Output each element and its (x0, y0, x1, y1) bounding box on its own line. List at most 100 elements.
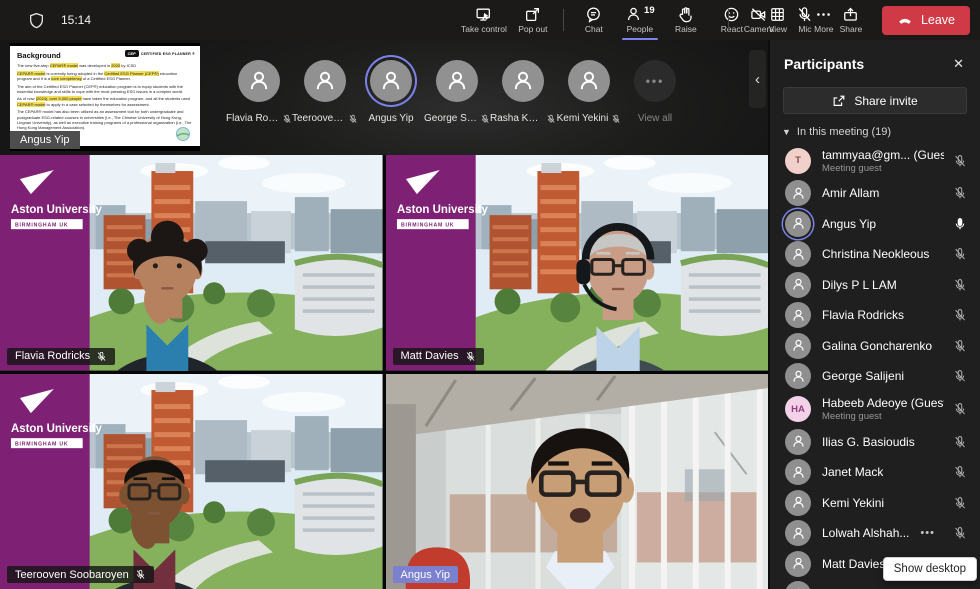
video-tile-flavia-rodricks[interactable]: Aston University BIRMINGHAM UK Flavia Ro… (0, 155, 383, 371)
mic-off-icon (953, 402, 967, 416)
teams-meeting-window: 15:14 Take controlPop out Chat19PeopleRai… (0, 0, 980, 589)
filmstrip-view-all[interactable]: ••• View all (622, 57, 688, 124)
toolbar-divider (728, 9, 729, 31)
toolbar-button-raise[interactable]: Raise (663, 0, 709, 40)
toolbar-button-chat[interactable]: Chat (571, 0, 617, 40)
svg-text:Aston University: Aston University (11, 423, 103, 435)
participant-row-christina-neokleous[interactable]: Christina Neokleous (770, 239, 980, 270)
person-icon (791, 495, 806, 510)
screenshare-thumbnail[interactable]: CEP CERTIFIED ESG PLANNER ® Background T… (10, 43, 200, 151)
svg-text:BIRMINGHAM UK: BIRMINGHAM UK (15, 441, 68, 447)
participant-row-george-salijeni[interactable]: George Salijeni (770, 361, 980, 392)
filmstrip-avatar-rasha-kass-[interactable]: Rasha Kass... (490, 57, 556, 124)
person-icon (379, 69, 403, 93)
filmstrip-avatar-flavia-rodr-[interactable]: Flavia Rodr... (226, 57, 292, 124)
mic-off-icon (953, 369, 967, 383)
mic-off-icon (796, 6, 813, 23)
collapse-filmstrip-button[interactable]: ‹ (749, 50, 766, 108)
participant-row-kemi-yekini[interactable]: Kemi Yekini (770, 488, 980, 519)
avatar (238, 60, 280, 102)
person-icon (791, 526, 806, 541)
participant-row-lolwah-alshah-[interactable]: Lolwah Alshah...••• (770, 518, 980, 549)
avatar (304, 60, 346, 102)
panel-header: Participants ✕ (770, 40, 980, 78)
avatar: HA (785, 396, 811, 422)
share-invite-icon (832, 94, 846, 108)
more-options-icon[interactable]: ••• (920, 527, 935, 539)
avatar (785, 551, 811, 577)
person-icon (511, 69, 535, 93)
avatar (785, 520, 811, 546)
video-name-label: Angus Yip (393, 566, 459, 583)
person-icon (445, 69, 469, 93)
avatar (785, 581, 811, 589)
chat-icon (585, 6, 602, 23)
filmstrip-avatar-teerooven-[interactable]: Teerooven ... (292, 57, 358, 124)
participant-row-ilias-g-basioudis[interactable]: Ilias G. Basioudis (770, 427, 980, 458)
meeting-topbar: 15:14 Take controlPop out Chat19PeopleRai… (0, 0, 980, 40)
close-panel-button[interactable]: ✕ (951, 54, 966, 74)
video-name-label: Teerooven Soobaroyen (7, 566, 154, 583)
share-invite-button[interactable]: Share invite (783, 87, 967, 114)
person-icon (791, 186, 806, 201)
avatar (370, 60, 412, 102)
mic-off-indicator (953, 496, 967, 510)
chevron-down-icon: ▼ (782, 127, 791, 137)
svg-text:Aston University: Aston University (396, 204, 488, 216)
participant-row-galina-goncharenko[interactable]: Galina Goncharenko (770, 331, 980, 362)
in-this-meeting-toggle[interactable]: ▼ In this meeting (19) (770, 118, 980, 142)
svg-text:Aston University: Aston University (11, 204, 103, 216)
shield-icon (28, 12, 45, 29)
filmstrip-avatar-angus-yip[interactable]: Angus Yip (358, 57, 424, 124)
avatar (568, 60, 610, 102)
video-name-label: Flavia Rodricks (7, 348, 115, 365)
filmstrip-avatars: Flavia Rodr... Teerooven ... Angus Yip G… (226, 57, 688, 124)
toolbar-button-people[interactable]: 19People (617, 0, 663, 40)
participants-filmstrip: CEP CERTIFIED ESG PLANNER ® Background T… (0, 40, 768, 155)
participant-row-flavia-rodricks[interactable]: Flavia Rodricks (770, 300, 980, 331)
participants-panel: Participants ✕ Share invite ▼ In this me… (770, 40, 980, 589)
participant-row-amir-allam[interactable]: Amir Allam (770, 178, 980, 209)
toolbar-button-take-control[interactable]: Take control (458, 0, 510, 40)
mic-off-icon (953, 247, 967, 261)
video-tile-matt-davies[interactable]: Aston University BIRMINGHAM UK Matt Davi… (386, 155, 769, 371)
svg-text:BIRMINGHAM UK: BIRMINGHAM UK (400, 223, 453, 229)
mic-on-icon (953, 217, 967, 231)
avatar (785, 302, 811, 328)
svg-text:BIRMINGHAM UK: BIRMINGHAM UK (15, 223, 68, 229)
people-icon (625, 6, 642, 23)
avatar (785, 363, 811, 389)
participant-row-tammyaa-gm-guest-[interactable]: Ttammyaa@gm... (Guest)Meeting guest (770, 143, 980, 178)
participant-row-dilys-p-l-lam[interactable]: Dilys P L LAM (770, 270, 980, 301)
mic-off-icon (348, 114, 358, 124)
meeting-timer: 15:14 (61, 13, 91, 27)
person-icon (313, 69, 337, 93)
participant-row-habeeb-adeoye-guest-[interactable]: HAHabeeb Adeoye (Guest)Meeting guest (770, 392, 980, 427)
participant-row-janet-mack[interactable]: Janet Mack (770, 457, 980, 488)
mic-off-icon (953, 526, 967, 540)
filmstrip-avatar-kemi-yekini[interactable]: Kemi Yekini (556, 57, 622, 124)
toolbar-button-mic[interactable]: Mic (782, 0, 828, 40)
mic-off-indicator (953, 186, 967, 200)
toolbar-button-pop-out[interactable]: Pop out (510, 0, 556, 40)
person-icon (791, 216, 806, 231)
avatar (785, 272, 811, 298)
mic-off-indicator (953, 435, 967, 449)
leave-button[interactable]: Leave (882, 6, 970, 35)
people-count-badge: 19 (644, 6, 655, 16)
mic-off-icon (546, 114, 556, 124)
toolbar-button-camera[interactable]: Camera (736, 0, 782, 40)
video-tile-angus-yip[interactable]: Angus Yip (386, 374, 769, 589)
video-tile-teerooven-soobaroyen[interactable]: Aston University BIRMINGHAM UK Teerooven… (0, 374, 383, 589)
mic-off-icon (96, 351, 107, 362)
toolbar-button-share[interactable]: Share (828, 0, 874, 40)
avatar (436, 60, 478, 102)
panel-title: Participants (784, 56, 864, 72)
participant-row-angus-yip[interactable]: Angus Yip (770, 209, 980, 240)
slide-body-text: The new five-step CEPAR® model was devel… (17, 63, 193, 130)
pop-out-icon (524, 6, 541, 23)
topbar-left: 15:14 (28, 0, 91, 40)
filmstrip-avatar-george-sali-[interactable]: George Sali... (424, 57, 490, 124)
mic-off-indicator (953, 465, 967, 479)
mic-off-icon (135, 569, 146, 580)
